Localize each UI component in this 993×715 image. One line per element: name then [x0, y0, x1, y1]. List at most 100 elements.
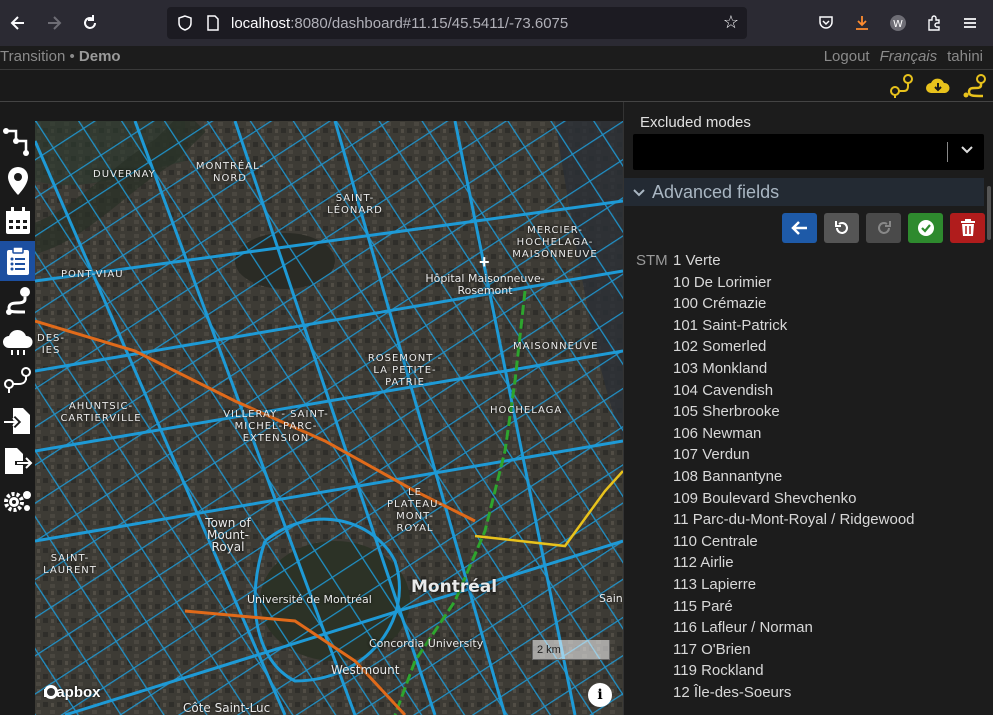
delete-button[interactable]: [950, 213, 985, 243]
line-item[interactable]: 12 Île-des-Soeurs: [673, 684, 791, 701]
pocket-button[interactable]: [808, 5, 844, 41]
agency-label: STM: [636, 252, 668, 269]
menu-button[interactable]: [952, 5, 988, 41]
line-item[interactable]: 113 Lapierre: [673, 576, 756, 593]
map-label-westmount: Westmount: [331, 663, 400, 677]
map-label-town-mount-royal: Town of Mount-Royal: [205, 516, 251, 554]
map-label-rosemont: ROSEMONT - LA PETITE-PATRIE: [367, 353, 443, 388]
advanced-fields-toggle[interactable]: Advanced fields: [624, 178, 984, 206]
browser-toolbar: localhost:8080/dashboard#11.15/45.5411/-…: [0, 0, 993, 46]
sidebar-item-od-routing[interactable]: [0, 361, 35, 401]
panel-scrollbar[interactable]: [987, 186, 991, 240]
project-name: Demo: [78, 48, 121, 65]
line-item[interactable]: 103 Monkland: [673, 360, 767, 377]
clipboard-list-icon: [6, 246, 29, 275]
sidebar-item-nodes[interactable]: [0, 161, 35, 201]
map-pin-icon: [7, 167, 28, 195]
arrow-left-icon: [790, 221, 807, 235]
account-button[interactable]: W: [880, 5, 916, 41]
forward-button[interactable]: [36, 5, 72, 41]
cloud-download-button[interactable]: [923, 72, 953, 100]
chevron-down-icon[interactable]: [960, 142, 974, 159]
map-label-saint-laurent: SAINT-LAURENT: [43, 553, 97, 576]
crosshair-cursor-icon: +: [479, 252, 490, 272]
map-info-button[interactable]: i: [588, 683, 612, 707]
account-avatar-icon: W: [890, 15, 906, 31]
mapbox-logo[interactable]: mapbox: [43, 684, 101, 701]
map-view[interactable]: DUVERNAY MONTRÉAL-NORD SAINT-LÉONARD MER…: [35, 121, 623, 715]
map-label-villeray: VILLERAY - SAINT-MICHEL-PARC-EXTENSION: [223, 409, 329, 444]
excluded-modes-select[interactable]: [633, 134, 984, 170]
reload-button[interactable]: [72, 5, 108, 41]
map-scale: 2 km: [532, 640, 610, 660]
left-sidebar: [0, 121, 35, 715]
line-item[interactable]: 107 Verdun: [673, 446, 750, 463]
save-button[interactable]: [908, 213, 943, 243]
url-host: localhost: [231, 14, 291, 32]
redo-button[interactable]: [866, 213, 901, 243]
select-separator: [947, 142, 948, 162]
sidebar-item-network[interactable]: [0, 121, 35, 161]
line-item[interactable]: 104 Cavendish: [673, 382, 773, 399]
routing-tool-button[interactable]: [887, 72, 917, 100]
language-link[interactable]: Français: [880, 48, 938, 65]
calendar-icon: [5, 207, 30, 234]
sidebar-item-routing[interactable]: [0, 281, 35, 321]
bookmark-star-icon[interactable]: ☆: [723, 12, 739, 33]
excluded-modes-label: Excluded modes: [640, 114, 751, 131]
file-import-icon: [3, 408, 30, 434]
line-item[interactable]: 11 Parc-du-Mont-Royal / Ridgewood: [673, 511, 915, 528]
puzzle-icon: [928, 15, 940, 31]
line-item[interactable]: 109 Boulevard Shevchenko: [673, 490, 856, 507]
sidebar-item-accessibility[interactable]: [0, 321, 35, 361]
line-item[interactable]: 110 Centrale: [673, 533, 758, 550]
user-link[interactable]: tahini: [947, 48, 983, 65]
url-bar[interactable]: localhost:8080/dashboard#11.15/45.5411/-…: [167, 7, 747, 39]
line-item[interactable]: 105 Sherbrooke: [673, 403, 780, 420]
line-item[interactable]: 116 Lafleur / Norman: [673, 619, 813, 636]
line-item[interactable]: 112 Airlie: [673, 554, 734, 571]
back-button[interactable]: [782, 213, 817, 243]
od-route-icon: [3, 367, 31, 393]
sidebar-item-export[interactable]: [0, 441, 35, 481]
line-item[interactable]: 1 Verte: [673, 252, 721, 269]
map-label-duvernay: DUVERNAY: [93, 169, 156, 180]
path-tool-button[interactable]: [959, 72, 989, 100]
line-item[interactable]: 115 Paré: [673, 598, 733, 615]
line-item[interactable]: 106 Newman: [673, 425, 761, 442]
map-label-des-ies: DES-IES: [37, 333, 65, 356]
route-icon: [5, 287, 30, 315]
line-item[interactable]: 100 Crémazie: [673, 295, 766, 312]
back-button[interactable]: [0, 5, 36, 41]
sidebar-item-lines[interactable]: [0, 241, 35, 281]
pocket-icon: [819, 16, 833, 29]
arrow-left-icon: [10, 16, 24, 30]
logout-link[interactable]: Logout: [824, 48, 870, 65]
file-export-icon: [4, 448, 33, 474]
network-icon: [2, 128, 29, 156]
line-item[interactable]: 101 Saint-Patrick: [673, 317, 787, 334]
page-icon[interactable]: [203, 15, 223, 31]
line-item[interactable]: 119 Rockland: [673, 662, 764, 679]
sidebar-item-import[interactable]: [0, 401, 35, 441]
cloud-network-icon: [2, 329, 33, 355]
extensions-button[interactable]: [916, 5, 952, 41]
map-label-hospital: Hôpital Maisonneuve-Rosemont: [425, 272, 545, 297]
reload-icon: [84, 15, 96, 29]
redo-icon: [877, 221, 891, 234]
gears-icon: [3, 491, 31, 512]
line-item[interactable]: 102 Somerled: [673, 338, 766, 355]
map-label-montreal: Montréal: [411, 577, 498, 597]
download-icon: [856, 16, 868, 30]
undo-button[interactable]: [824, 213, 859, 243]
line-item[interactable]: 117 O'Brien: [673, 641, 751, 658]
map-label-montreal-nord: MONTRÉAL-NORD: [195, 161, 265, 184]
sidebar-item-settings[interactable]: [0, 481, 35, 521]
shield-icon[interactable]: [175, 15, 195, 31]
line-item[interactable]: 108 Bannantyne: [673, 468, 782, 485]
downloads-button[interactable]: [844, 5, 880, 41]
sidebar-item-schedules[interactable]: [0, 201, 35, 241]
app-header: Transition • Demo Logout Français tahini: [0, 46, 993, 70]
undo-icon: [834, 221, 848, 234]
line-item[interactable]: 10 De Lorimier: [673, 274, 771, 291]
